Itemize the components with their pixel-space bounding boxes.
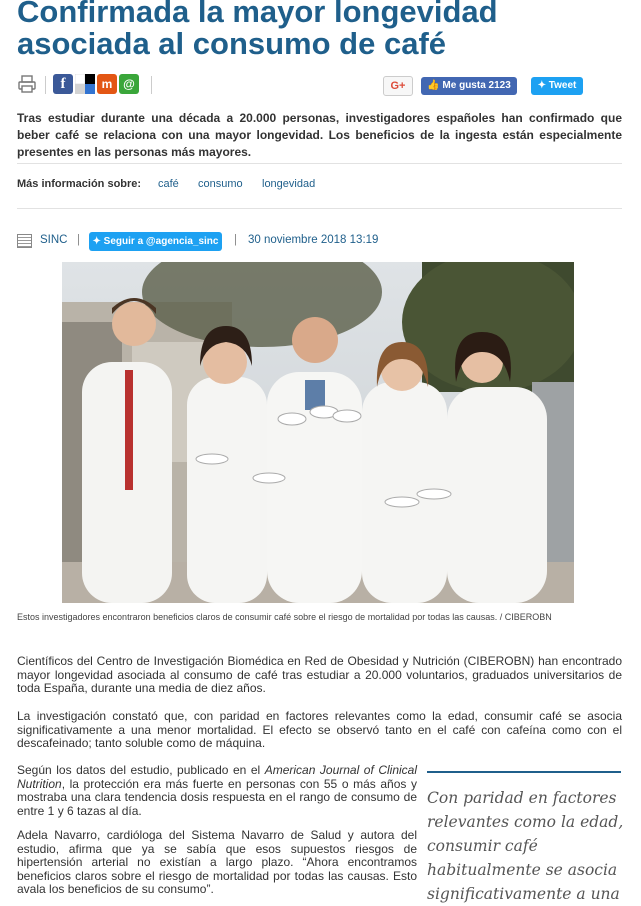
like-count-label: Me gusta 2123 [442,80,511,91]
email-icon[interactable]: @ [119,74,139,94]
article-title: Confirmada la mayor longevidad asociada … [17,0,498,61]
delicious-icon[interactable] [74,73,95,94]
pull-quote: Con paridad en factores relevantes como … [427,789,624,903]
twitter-bird-icon: ✦ [92,236,101,247]
tag-link[interactable]: longevidad [262,178,315,190]
tag-link[interactable]: consumo [198,178,243,190]
facebook-icon[interactable]: f [53,74,73,94]
meta-separator: | [234,234,237,246]
body-paragraph: Según los datos del estudio, publicado e… [17,763,418,818]
toolbar-divider [151,76,152,94]
article-photo [62,262,574,603]
thumbs-up-icon: 👍 [427,80,440,91]
publish-date: 30 noviembre 2018 13:19 [248,234,379,246]
printer-icon[interactable] [17,74,37,94]
body-paragraph: Adela Navarro, cardióloga del Sistema Na… [17,828,417,896]
body-paragraph: Científicos del Centro de Investigación … [17,654,622,695]
more-info-label: Más información sobre: [17,178,142,190]
body-paragraph: La investigación constató que, con parid… [17,709,622,750]
twitter-bird-icon: ✦ [537,80,546,91]
pull-quote-rule [427,771,621,773]
follow-label: Seguir a @agencia_sinc [103,236,219,247]
divider [17,208,622,209]
meneame-icon[interactable]: m [97,74,117,94]
meta-separator: | [77,234,80,246]
photo-caption: Estos investigadores encontraron benefic… [17,612,552,622]
follow-twitter-button[interactable]: ✦ Seguir a @agencia_sinc [89,232,222,251]
tweet-label: Tweet [548,80,577,91]
toolbar-divider [45,76,46,94]
newspaper-icon [17,234,32,248]
divider [17,163,622,164]
facebook-like-button[interactable]: 👍 Me gusta 2123 [421,77,517,95]
source-link[interactable]: SINC [40,234,67,246]
google-plus-button[interactable]: G+ [383,76,413,96]
tag-link[interactable]: café [158,178,179,190]
share-toolbar: f m @ G+ 👍 Me gusta 2123 ✦ Tweet [17,73,622,100]
article-lede: Tras estudiar durante una década a 20.00… [17,111,622,159]
tweet-button[interactable]: ✦ Tweet [531,77,583,95]
article-meta: SINC | ✦ Seguir a @agencia_sinc | 30 nov… [17,232,622,252]
